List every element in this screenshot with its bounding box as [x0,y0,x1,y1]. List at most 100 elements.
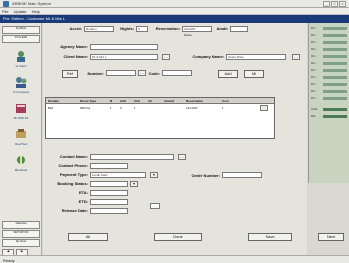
reservation-field[interactable]: 12/12/97 [182,26,212,32]
summary-row-label: Rm [311,61,316,65]
summary-row: Rm [311,75,348,80]
etd-field[interactable] [90,199,128,205]
payment-select[interactable]: Credit Card [90,172,146,178]
release-field[interactable] [90,208,128,214]
right-summary-panel: Rm Rm Rm Rm Rm Rm Rm Rm Rm Rm Rm Total B… [308,23,349,183]
number-field[interactable] [106,70,136,76]
contact-lookup-button[interactable]: … [178,154,186,160]
order-field[interactable] [222,172,262,178]
sidebar-item-merchant[interactable]: Merchant [4,153,38,177]
sidebar-item-label: Vi Client [15,64,27,68]
sidebar-bottom-button-2[interactable]: SETUP/OK [2,230,40,238]
summary-row-label: Rm [311,33,316,37]
form-title: Pro: Edition - Customer Mr & Mrs L [3,16,66,21]
grid-header-cell: Adlt [120,99,126,103]
summary-row: Rm [311,96,348,101]
table-row[interactable]: Bkd DB/Vsd 1 3 1 12/12/97 1 [46,105,274,111]
menu-file[interactable]: File [0,8,10,15]
sidebar-top-button-2[interactable]: Prov.Edit [2,35,40,43]
accent-field[interactable]: Roudon [84,26,114,32]
grid-header-cell: Chd [134,99,140,103]
minimize-button[interactable]: _ [323,1,330,7]
booking-label: Booking Status: [57,181,88,186]
sidebar-bottom-button-1[interactable]: DateSet [2,221,40,229]
etd-label: ETD: [78,199,88,204]
booking-grid: Domain Room Type N Adlt Chd Inf Amend Re… [45,97,275,139]
app-icon [3,1,9,7]
code-field[interactable] [162,70,192,76]
agency-field[interactable] [90,44,158,50]
release-extra-field[interactable] [150,203,160,209]
summary-row-label: Rm [311,75,316,79]
menu-update[interactable]: Update [12,8,29,15]
company-label: Company Name: [192,54,224,59]
mi-button[interactable]: Mi [244,70,264,78]
sidebar-bottom-button-3[interactable]: Zp New [2,239,40,247]
notebook-icon [16,104,26,113]
save-button[interactable]: Save [248,233,292,241]
amendt-field[interactable] [230,26,248,32]
ref-button[interactable]: Ref [62,70,78,78]
number-lookup-button[interactable]: … [138,70,146,76]
sidebar-item-reptool[interactable]: Rep/Tool [4,127,38,151]
summary-row: Rm [311,26,348,31]
merchant-icon [17,156,25,164]
client-field[interactable]: Mr & Mrs L [90,54,158,60]
sidebar-item-company[interactable]: Vi Company [4,75,38,99]
menu-help[interactable]: Help [30,8,42,15]
phone-field[interactable] [90,163,128,169]
add-button[interactable]: Add [218,70,238,78]
summary-row-label: Rm [311,82,316,86]
next-button[interactable]: Next [318,233,344,241]
grid-header-cell: Domain [48,99,60,103]
reservation-label: Reservation: [155,26,180,31]
summary-row: Rm [311,61,348,66]
client-label: Client Name: [63,54,88,59]
eta-label: ETA: [78,190,88,195]
sidebar-item-label: Merchant [14,168,28,172]
sidebar-item-whitefolder[interactable]: Mr Whit Ftr [4,101,38,125]
maximize-button[interactable]: □ [331,1,338,7]
menu-bar: File Update Help [0,8,349,15]
tool-icon [16,129,26,138]
payment-dropdown-button[interactable]: ▾ [150,172,158,178]
grid-header: Domain Room Type N Adlt Chd Inf Amend Re… [46,98,274,104]
number-label: Number: [87,71,104,76]
grid-cell: 3 [120,106,122,110]
nights-field[interactable]: 3 [136,26,148,32]
grid-cell: 12/12/97 [186,106,198,110]
booking-select[interactable] [90,181,128,187]
close-button[interactable]: × [339,1,346,7]
summary-row: Rm [311,33,348,38]
summary-total-row: Total [311,107,348,112]
summary-row-label: Rm [311,40,316,44]
grid-cell: DB/Vsd [80,106,91,110]
reservation-sub: Rates [184,33,192,37]
company-icon [16,77,27,88]
sidebar: Zp Blok Prov.Edit Vi Client Vi Company M… [0,23,42,257]
grid-header-cell: N [110,99,113,103]
phone-label: Contact Phone: [58,163,88,168]
order-label: Order Number: [191,173,220,178]
summary-row-label: Bal [311,114,316,118]
company-field[interactable]: Grass Drive [226,54,286,60]
window-title: ARBISE Main System [12,1,51,6]
amendt-label: Amdt: [216,26,228,31]
grid-row-lookup-button[interactable]: … [260,105,268,111]
contact-field[interactable] [90,154,174,160]
all-button[interactable]: All [68,233,108,241]
booking-dropdown-button[interactable]: ▾ [130,181,138,187]
sidebar-top-button-1[interactable]: Zp Blok [2,26,40,34]
company-lookup-button[interactable]: … [292,54,300,60]
sidebar-item-label: Rep/Tool [15,142,27,146]
sidebar-item-client[interactable]: Vi Client [4,49,38,73]
eta-field[interactable] [90,190,128,196]
done-button[interactable]: Done [154,233,202,241]
client-icon [17,51,25,62]
summary-row: Rm [311,89,348,94]
grid-header-cell: Inf [148,99,152,103]
accent-label: Accnt: [69,26,82,31]
summary-row: Rm [311,68,348,73]
grid-cell: 1 [222,106,224,110]
agency-lookup-button[interactable]: … [162,54,170,60]
